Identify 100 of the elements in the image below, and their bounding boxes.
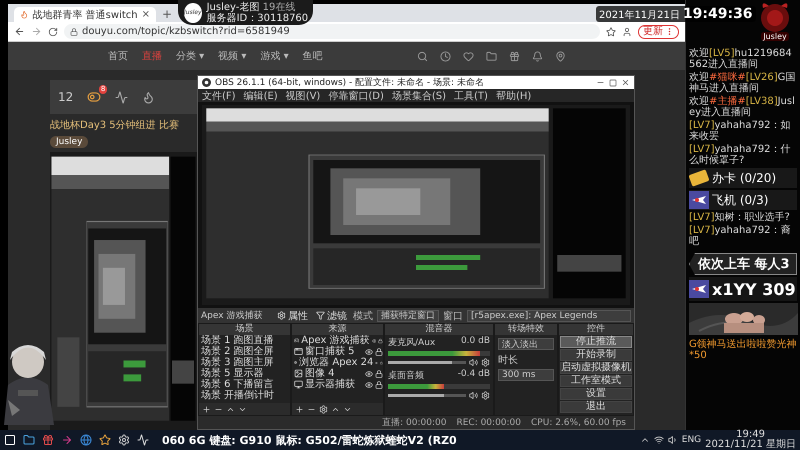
add-icon — [295, 404, 304, 414]
lock-icon — [70, 28, 78, 36]
scene-item[interactable]: 场景 3 跑图主屏 — [199, 357, 290, 368]
chat-message: [LV7]yahaha792：裔吧 — [689, 225, 792, 247]
eye-icon — [365, 380, 373, 388]
nav-link[interactable]: 首页 — [108, 49, 128, 63]
menu-item[interactable]: 场景集合(S) — [392, 88, 446, 102]
control-button[interactable]: 启动虚拟摄像机 — [560, 362, 632, 374]
gear-icon — [481, 358, 490, 367]
update-button[interactable]: 更新 — [638, 24, 679, 38]
heart-icon — [462, 50, 474, 62]
star-icon — [606, 26, 616, 36]
clock-icon — [440, 50, 451, 62]
profile-icon — [622, 26, 632, 36]
search-icon — [416, 50, 428, 62]
folder-icon — [23, 434, 35, 446]
scene-item[interactable]: 场景 6 下播留言 — [199, 379, 290, 390]
source-action-button[interactable]: 滤镜 — [314, 308, 349, 322]
nav-link[interactable]: 游戏 ▾ — [260, 49, 289, 63]
window-label: 窗口 — [443, 310, 463, 322]
toggle-icon — [87, 90, 102, 104]
source-name[interactable]: 窗口捕获 5 — [305, 346, 363, 357]
channel-name: 麦克风/Aux — [388, 336, 436, 349]
scene-item[interactable]: 场景 2 跑图全屏 — [199, 346, 290, 357]
lock-icon — [375, 348, 383, 356]
source-name[interactable]: 图像 4 — [305, 368, 363, 379]
plane-icon — [689, 191, 709, 209]
cpu-stats: CPU: 2.6%, 60.00 fps — [531, 418, 626, 428]
transition-dropdown[interactable]: 淡入淡出 — [498, 338, 554, 350]
lock-icon — [378, 336, 383, 344]
back-icon — [14, 26, 25, 37]
menu-item[interactable]: 工具(T) — [454, 88, 488, 102]
control-button[interactable]: 工作室模式 — [560, 375, 632, 387]
chat-message: [LV7]知树：职业选手? — [689, 212, 791, 223]
flame-icon — [142, 90, 156, 104]
scene-item[interactable]: 场景 5 显示器 — [199, 368, 290, 379]
lock-icon — [375, 380, 383, 388]
menu-item[interactable]: 停靠窗口(D) — [328, 88, 384, 102]
bell-icon — [532, 50, 543, 62]
menu-item[interactable]: 文件(F) — [202, 88, 236, 102]
control-button[interactable]: 停止推流 — [560, 336, 632, 348]
lock-icon — [380, 358, 383, 366]
address-bar[interactable]: douyu.com/topic/kzbswitch?rid=6581949 — [64, 24, 600, 39]
gear-icon — [481, 391, 490, 400]
dock-title: 混音器 — [385, 324, 493, 335]
browser-tab[interactable]: 战地群青率 普通switch × — [14, 7, 156, 22]
ticker-text: 060 6G 键盘: G910 鼠标: G502/雷蛇炼狱蝰蛇V2 (RZ0 — [162, 432, 457, 448]
menu-item[interactable]: 帮助(H) — [496, 88, 532, 102]
gift-notice: G领神马送出啦啦赞光神*50 — [689, 339, 797, 361]
card-icon — [689, 169, 709, 187]
forward-icon — [31, 26, 42, 37]
pin-icon — [554, 50, 566, 62]
gift-goal: 飞机 (0/3) — [712, 192, 768, 208]
globe-icon — [80, 434, 92, 446]
speaker-icon — [469, 391, 478, 400]
tab-close[interactable]: × — [142, 10, 150, 20]
eye-icon — [372, 336, 376, 344]
mode-dropdown[interactable]: 捕获特定窗口 — [377, 310, 439, 322]
gear-icon — [319, 404, 328, 414]
control-button[interactable]: 设置 — [560, 388, 632, 400]
window-dropdown[interactable]: [r5apex.exe]: Apex Legends — [467, 310, 631, 322]
scene-item[interactable]: 场景 开播倒计时 — [199, 390, 290, 401]
nav-link[interactable]: 鱼吧 — [302, 49, 323, 63]
language-indicator[interactable]: ENG — [682, 435, 702, 445]
gear-icon — [277, 311, 286, 320]
speaker-icon — [469, 358, 478, 367]
stat-count: 12 — [58, 90, 74, 104]
nav-link[interactable]: 视频 ▾ — [218, 49, 246, 63]
channel-reading: 0.0 dB — [460, 336, 490, 348]
source-name[interactable]: 浏览器 Apex 24 — [299, 357, 374, 368]
nav-link[interactable]: 分类 ▾ — [176, 49, 204, 63]
tray-clock[interactable]: 19:49 2021/11/21 星期日 — [705, 430, 796, 450]
source-action-button[interactable]: 属性 — [275, 308, 310, 322]
star-icon — [99, 434, 111, 446]
streamer-name: Jusley-老图 19在线 — [206, 2, 296, 12]
control-button[interactable]: 开始录制 — [560, 349, 632, 361]
pulse-icon — [115, 90, 128, 104]
chat-message: 欢迎[LV5]hu1219684562进入直播间 — [689, 48, 793, 70]
volume-slider[interactable] — [388, 361, 466, 364]
maximize-icon — [609, 78, 617, 86]
channel-reading: -0.4 dB — [458, 369, 490, 381]
menu-item[interactable]: 视图(V) — [286, 88, 320, 102]
dock-title: 来源 — [292, 324, 383, 335]
volume-slider[interactable] — [388, 394, 466, 397]
source-name[interactable]: 显示器捕获 — [305, 379, 363, 390]
filter-icon — [316, 311, 325, 320]
chat-message: [LV7]yahaha792：什么时候罩子? — [689, 144, 792, 166]
reload-icon — [48, 26, 58, 36]
dock-title: 控件 — [559, 324, 633, 335]
gear-icon — [118, 434, 130, 446]
close-icon — [621, 78, 630, 87]
duration-field[interactable]: 300 ms — [498, 369, 554, 381]
eye-icon — [365, 348, 373, 356]
control-button[interactable]: 退出 — [560, 401, 632, 413]
menu-item[interactable]: 编辑(E) — [244, 88, 278, 102]
scene-item[interactable]: 场景 1 跑图直播 — [199, 335, 290, 346]
server-id: 服务器ID：30118760 — [206, 12, 308, 24]
time-text: 19:49:36 — [682, 6, 753, 22]
streamer-tag: Jusley — [50, 136, 88, 148]
new-tab-button[interactable]: + — [162, 7, 172, 22]
